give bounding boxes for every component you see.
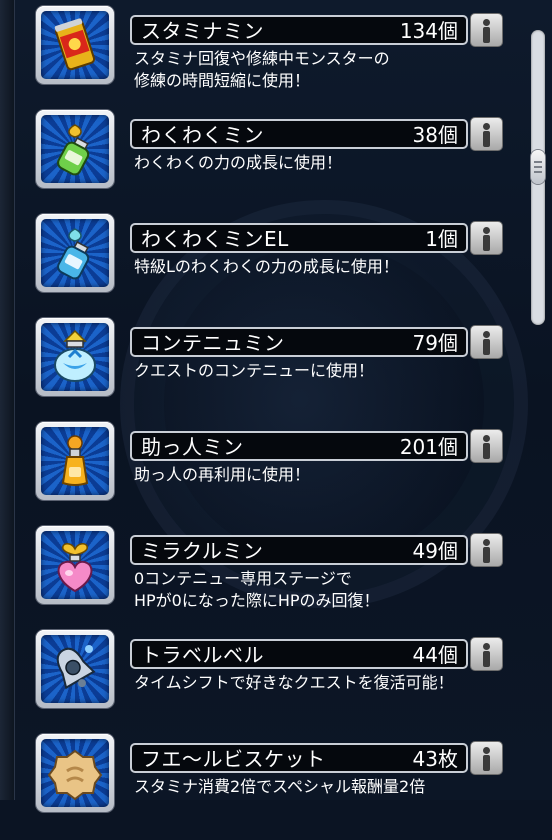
description-line: タイムシフトで好きなクエストを復活可能！ [134,673,454,692]
left-frame-rail [0,0,15,800]
list-item[interactable]: スタミナミン 134個 スタミナ回復や修練中モンスターの 修練の時間短縮に使用！ [14,6,520,112]
item-description: スタミナ回復や修練中モンスターの 修練の時間短縮に使用！ [134,48,514,92]
list-item[interactable]: フエ〜ルビスケット 43枚 スタミナ消費2倍でスペシャル報酬量2倍 [14,734,520,840]
item-description: 助っ人の再利用に使用！ [134,464,514,486]
item-name-box: ミラクルミン 49個 [130,535,468,565]
item-count: 79個 [412,331,458,355]
item-description: わくわくの力の成長に使用！ [134,152,514,174]
biscuit-icon [47,749,103,801]
item-description: タイムシフトで好きなクエストを復活可能！ [134,672,514,694]
info-button[interactable] [470,429,503,463]
item-count: 38個 [412,123,458,147]
item-name-box: わくわくミン 38個 [130,119,468,149]
item-count: 1個 [425,227,458,251]
item-icon-frame [36,318,114,396]
description-line: 0コンテニュー専用ステージで [134,569,352,588]
item-icon-frame [36,526,114,604]
item-name: わくわくミン [141,123,264,147]
item-name: スタミナミン [141,19,264,43]
description-line: 修練の時間短縮に使用！ [134,71,311,90]
item-count: 44個 [412,643,458,667]
item-icon-frame [36,734,114,812]
list-item[interactable]: コンテニュミン 79個 クエストのコンテニューに使用！ [14,318,520,424]
bell-icon [56,645,96,690]
description-line: スタミナ回復や修練中モンスターの [134,49,390,68]
heart-potion-icon [57,543,93,593]
info-button[interactable] [470,117,503,151]
blue-bottle-el-icon [57,228,90,280]
item-icon-frame [36,110,114,188]
list-item[interactable]: 助っ人ミン 201個 助っ人の再利用に使用！ [14,422,520,528]
info-button[interactable] [470,325,503,359]
continue-jar-icon [54,329,96,382]
list-item[interactable]: わくわくミンEL 1個 特級Lのわくわくの力の成長に使用！ [14,214,520,320]
item-count: 43枚 [412,747,458,771]
item-count: 49個 [412,539,458,563]
item-name: コンテニュミン [141,331,285,355]
item-count: 201個 [399,435,458,459]
item-description: クエストのコンテニューに使用！ [134,360,514,382]
info-button[interactable] [470,637,503,671]
item-name-box: コンテニュミン 79個 [130,327,468,357]
item-icon-frame [36,422,114,500]
description-line: 助っ人の再利用に使用！ [134,465,311,484]
item-icon-frame [36,6,114,84]
scrollbar-thumb[interactable] [531,150,545,184]
list-item[interactable]: トラベルベル 44個 タイムシフトで好きなクエストを復活可能！ [14,630,520,736]
stamina-can-icon [54,18,96,71]
item-description: 0コンテニュー専用ステージで HPが0になった際にHPのみ回復！ [134,568,514,612]
item-list[interactable]: スタミナミン 134個 スタミナ回復や修練中モンスターの 修練の時間短縮に使用！… [14,0,520,812]
description-line: スタミナ消費2倍でスペシャル報酬量2倍 [134,777,426,796]
description-line: 特級Lのわくわくの力の成長に使用！ [134,257,399,276]
item-name: わくわくミンEL [141,227,289,251]
item-icon-frame [36,630,114,708]
item-description: 特級Lのわくわくの力の成長に使用！ [134,256,514,278]
description-line: クエストのコンテニューに使用！ [134,361,375,380]
info-button[interactable] [470,533,503,567]
info-button[interactable] [470,221,503,255]
description-line: HPが0になった際にHPのみ回復！ [134,591,380,610]
item-name-box: スタミナミン 134個 [130,15,468,45]
list-item[interactable]: ミラクルミン 49個 0コンテニュー専用ステージで HPが0になった際にHPのみ… [14,526,520,632]
orange-flask-icon [61,435,89,486]
item-count: 134個 [399,19,458,43]
info-button[interactable] [470,741,503,775]
item-name: ミラクルミン [141,539,264,563]
item-name-box: フエ〜ルビスケット 43枚 [130,743,468,773]
description-line: わくわくの力の成長に使用！ [134,153,343,172]
info-button[interactable] [470,13,503,47]
list-item[interactable]: わくわくミン 38個 わくわくの力の成長に使用！ [14,110,520,216]
green-bottle-icon [57,124,90,176]
item-name-box: 助っ人ミン 201個 [130,431,468,461]
item-name-box: トラベルベル 44個 [130,639,468,669]
item-name: フエ〜ルビスケット [141,747,326,771]
item-name-box: わくわくミンEL 1個 [130,223,468,253]
item-name: 助っ人ミン [141,435,244,459]
item-name: トラベルベル [141,643,264,667]
item-description: スタミナ消費2倍でスペシャル報酬量2倍 [134,776,514,798]
item-icon-frame [36,214,114,292]
